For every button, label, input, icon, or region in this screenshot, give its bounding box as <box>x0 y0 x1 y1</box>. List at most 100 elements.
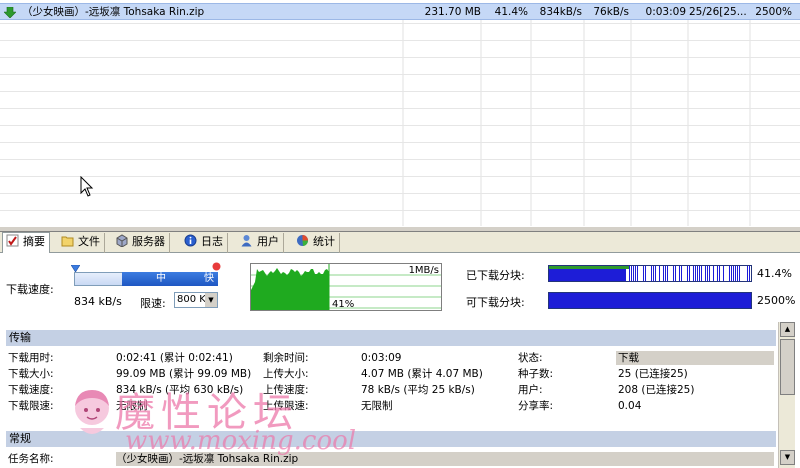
piece-stripe <box>659 266 660 281</box>
upload-rate-label: 上传速度: <box>263 384 309 396</box>
download-list[interactable]: （少女映画）-远坂凛 Tohsaka Rin.zip 231.70 MB 41.… <box>0 0 800 226</box>
download-name: （少女映画）-远坂凛 Tohsaka Rin.zip <box>22 6 205 18</box>
elapsed-value: 0:02:41 (累计 0:02:41) <box>116 352 233 364</box>
piece-stripe <box>603 269 605 281</box>
piece-stripe <box>573 269 575 281</box>
tab-servers[interactable]: 服务器 <box>112 233 170 253</box>
download-speed-label: 下载速度: <box>6 283 54 296</box>
piece-stripe <box>633 266 634 281</box>
slider-mid-label: 中 <box>156 273 166 284</box>
folder-icon <box>61 236 74 247</box>
piece-stripe <box>597 269 599 281</box>
available-pieces-label: 可下载分块: <box>466 296 525 309</box>
download-row[interactable]: （少女映画）-远坂凛 Tohsaka Rin.zip 231.70 MB 41.… <box>0 3 800 20</box>
piece-stripe <box>559 269 561 281</box>
available-pieces-value: 2500% <box>757 294 796 307</box>
tab-files[interactable]: 文件 <box>58 233 105 253</box>
downloaded-pieces-bar <box>548 265 752 282</box>
piece-stripe <box>595 269 597 281</box>
share-ratio-label: 分享率: <box>518 400 554 412</box>
piece-stripe <box>567 269 569 281</box>
available-pieces-bar <box>548 292 752 309</box>
piece-stripe <box>697 266 698 281</box>
piece-stripe <box>653 266 654 281</box>
upload-speed: 76kB/s <box>593 6 629 18</box>
piece-stripe <box>555 269 557 281</box>
remaining-label: 剩余时间: <box>263 352 309 364</box>
panel-scrollbar[interactable]: ▲ ▼ <box>778 322 795 468</box>
piece-stripe <box>713 266 714 281</box>
piece-stripe <box>563 269 565 281</box>
piece-stripe <box>593 269 595 281</box>
elapsed-label: 下载用时: <box>8 352 54 364</box>
piece-stripe <box>699 266 700 281</box>
scroll-down-icon[interactable]: ▼ <box>780 450 795 465</box>
status-value: 下载 <box>616 351 774 365</box>
piece-stripe <box>667 266 668 281</box>
piece-stripe <box>731 266 732 281</box>
list-grid <box>0 20 800 226</box>
uploaded-size-value: 4.07 MB (累计 4.07 MB) <box>361 368 483 380</box>
download-limit-label: 下载限速: <box>8 400 54 412</box>
tab-stats[interactable]: 统计 <box>293 233 340 253</box>
piece-stripe <box>689 266 690 281</box>
piece-stripe <box>601 269 603 281</box>
graph-max-label: 1MB/s <box>408 265 439 276</box>
download-speed-value: 834 kB/s <box>74 295 122 308</box>
uploaded-size-label: 上传大小: <box>263 368 309 380</box>
piece-stripe <box>701 266 702 281</box>
checklist-icon <box>6 234 19 247</box>
speed-limit-select[interactable]: 800 KB ▼ <box>174 292 218 308</box>
tab-users-label: 用户 <box>257 235 279 248</box>
piece-stripe <box>663 266 664 281</box>
piece-stripe <box>585 269 587 281</box>
peers-label: 用户: <box>518 384 543 396</box>
scroll-up-icon[interactable]: ▲ <box>780 322 795 337</box>
download-rate-value: 834 kB/s (平均 630 kB/s) <box>116 384 244 396</box>
tab-users[interactable]: 用户 <box>237 233 284 253</box>
share-ratio-value: 0.04 <box>618 400 642 412</box>
downloaded-pieces-label: 已下载分块: <box>466 269 525 282</box>
piece-stripe <box>607 269 609 281</box>
piece-stripe <box>551 269 553 281</box>
piece-stripe <box>549 269 551 281</box>
scroll-thumb[interactable] <box>780 339 795 395</box>
tab-stats-label: 统计 <box>313 235 335 248</box>
upload-rate-value: 78 kB/s (平均 25 kB/s) <box>361 384 475 396</box>
tab-files-label: 文件 <box>78 235 100 248</box>
upload-limit-label: 上传限速: <box>263 400 309 412</box>
stats-icon <box>297 235 309 246</box>
remaining-value: 0:03:09 <box>361 352 402 364</box>
tab-bar: 摘要 文件 服务器 日志 用户 统计 <box>0 232 800 254</box>
task-name-value: （少女映画）-远坂凛 Tohsaka Rin.zip <box>116 453 299 465</box>
graph-percent-label: 41% <box>332 299 355 310</box>
slider-handle-icon[interactable] <box>71 265 80 272</box>
downloaded-size-value: 99.09 MB (累计 99.09 MB) <box>116 368 252 380</box>
speed-slider[interactable]: 中 快 <box>71 262 221 290</box>
download-arrow-icon <box>4 7 16 18</box>
speed-graph: 1MB/s 41% <box>250 263 442 311</box>
piece-stripe <box>565 269 567 281</box>
piece-stripe <box>733 266 734 281</box>
piece-stripe <box>645 266 646 281</box>
download-seeds: 25/26[25... <box>689 6 747 18</box>
piece-stripe <box>673 266 674 281</box>
piece-stripe <box>587 269 589 281</box>
piece-stripe <box>729 266 730 281</box>
piece-stripe <box>619 269 621 281</box>
piece-stripe <box>591 269 593 281</box>
piece-stripe <box>679 266 680 281</box>
piece-stripe <box>557 269 559 281</box>
tab-summary[interactable]: 摘要 <box>2 232 50 254</box>
piece-stripe <box>553 269 555 281</box>
piece-stripe <box>681 266 682 281</box>
piece-stripe <box>707 266 708 281</box>
piece-stripe <box>581 269 583 281</box>
piece-stripe <box>583 269 585 281</box>
tab-summary-label: 摘要 <box>23 235 45 248</box>
piece-stripe <box>571 269 573 281</box>
tab-log[interactable]: 日志 <box>181 233 228 253</box>
tab-servers-label: 服务器 <box>132 235 165 248</box>
piece-stripe <box>739 266 740 281</box>
piece-stripe <box>579 269 581 281</box>
